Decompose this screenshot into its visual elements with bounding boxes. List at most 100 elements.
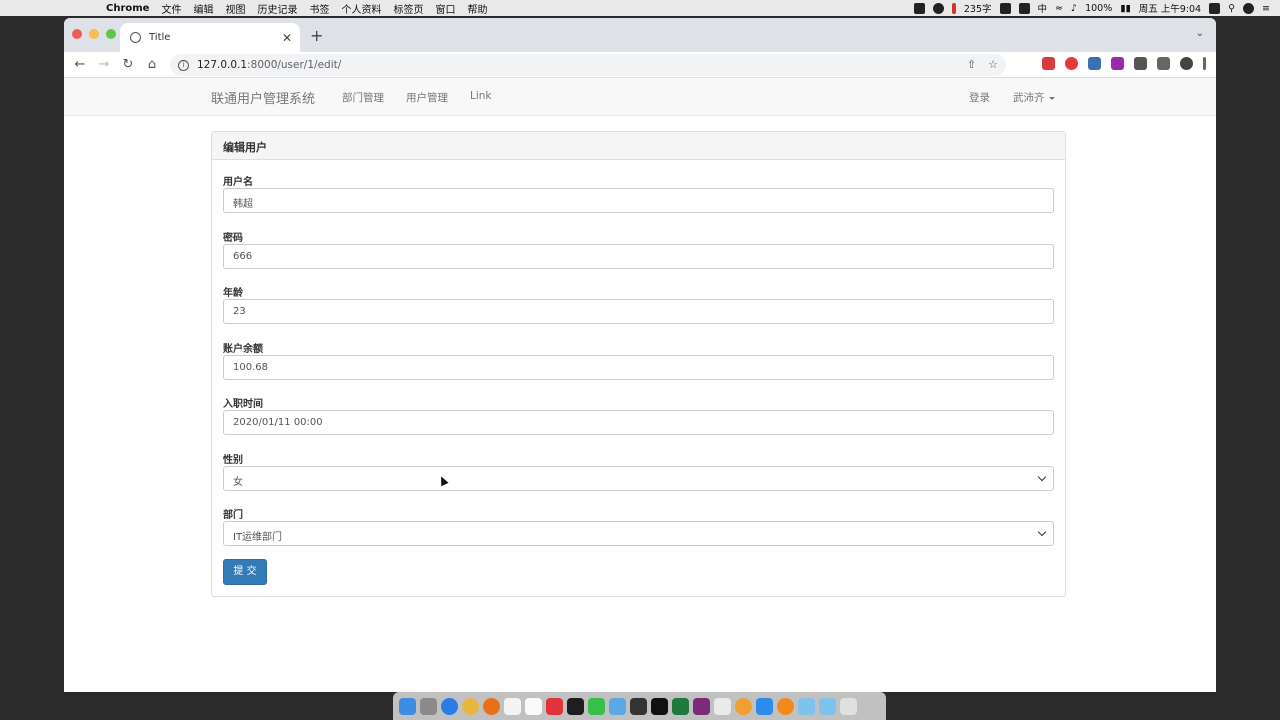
tray-clipboard-icon[interactable] [999,2,1011,14]
address-bar[interactable]: i 127.0.0.1:8000/user/1/edit/ ⇧ ☆ [170,54,1006,76]
dock-chrome-icon[interactable] [462,697,479,715]
menu-file[interactable]: 文件 [161,1,181,16]
password-input[interactable]: 666 [223,244,1054,269]
macos-menubar: Chrome 文件 编辑 视图 历史记录 书签 个人资料 标签页 窗口 帮助 2… [0,0,1280,16]
share-icon[interactable]: ⇧ [967,58,976,71]
dock-pycharm-icon[interactable] [567,697,584,715]
department-select-value: IT运维部门 [233,532,283,543]
control-center-icon[interactable]: ≡ [1262,3,1270,14]
submit-button[interactable]: 提 交 [223,559,267,585]
extensions-puzzle-icon[interactable] [1157,57,1170,70]
browser-tab-active[interactable]: Title ✕ [120,23,300,52]
tray-s-icon[interactable] [1209,2,1221,14]
profile-avatar[interactable] [1180,57,1193,70]
forward-button[interactable]: → [92,57,116,72]
dock-wechat-icon[interactable] [588,697,605,715]
dock-colors-icon[interactable] [735,697,752,715]
zoom-window-button[interactable] [106,29,116,39]
nav-link-department[interactable]: 部门管理 [342,90,384,105]
site-info-icon[interactable]: i [178,59,189,71]
menu-edit[interactable]: 编辑 [193,1,213,16]
web-page: 联通用户管理系统 部门管理 用户管理 Link 登录 武沛齐 编辑用户 用户名 … [64,78,1216,692]
dock-firefox-icon[interactable] [483,697,500,715]
menubar-clock[interactable]: 周五 上午9:04 [1139,1,1201,15]
form-group-gender: 性别 女 [223,451,1054,491]
chrome-menu-icon[interactable] [1203,57,1206,70]
tray-record-icon[interactable] [932,2,944,14]
window-controls [72,29,116,39]
tray-ime-icon[interactable] [1018,2,1030,14]
edit-user-panel: 编辑用户 用户名 韩超 密码 666 年龄 23 账户余额 100.68 入职时… [211,131,1066,597]
tray-app-icon[interactable] [913,2,925,14]
department-select[interactable]: IT运维部门 [223,521,1054,546]
dock-downloads-icon[interactable] [819,697,836,715]
extension-adblock-icon[interactable] [1065,57,1078,70]
department-label: 部门 [223,510,243,521]
dock-feishu-icon[interactable] [756,697,773,715]
word-count-status[interactable]: 235字 [964,1,992,15]
dock-sublime-icon[interactable] [630,697,647,715]
dock-remote-icon[interactable] [693,697,710,715]
menu-app-chrome[interactable]: Chrome [106,3,149,14]
minimize-window-button[interactable] [89,29,99,39]
nav-user-dropdown[interactable]: 武沛齐 [1013,90,1055,105]
battery-percent[interactable]: 100% [1085,3,1112,14]
reload-button[interactable]: ↻ [116,57,140,72]
nav-link-link[interactable]: Link [470,90,492,102]
back-button[interactable]: ← [68,57,92,72]
wifi-icon[interactable]: ≈ [1055,3,1063,14]
nav-login-link[interactable]: 登录 [969,90,990,105]
extension-screenshot-icon[interactable] [1088,57,1101,70]
dock-finder-icon[interactable] [399,697,416,715]
siri-icon[interactable] [1243,2,1255,14]
home-button[interactable]: ⌂ [140,57,164,72]
menu-bookmarks[interactable]: 书签 [309,1,329,16]
tab-search-chevron-icon[interactable]: ⌄ [1196,28,1204,39]
extension-link-icon[interactable] [1134,57,1147,70]
menu-help[interactable]: 帮助 [467,1,487,16]
username-input[interactable]: 韩超 [223,188,1054,213]
navbar-brand[interactable]: 联通用户管理系统 [211,88,315,107]
chevron-down-icon [1037,472,1047,482]
dock-app2-icon[interactable] [777,697,794,715]
volume-icon[interactable]: ♪ [1071,3,1077,14]
dock-excel-icon[interactable] [672,697,689,715]
extension-badge-icon[interactable] [1111,57,1124,70]
nav-link-users[interactable]: 用户管理 [406,90,448,105]
gender-select-value: 女 [233,477,243,488]
close-tab-icon[interactable]: ✕ [282,31,292,45]
dock-trash-icon[interactable] [840,697,857,715]
menu-tabs[interactable]: 标签页 [393,1,423,16]
gender-label: 性别 [223,455,243,466]
hire-date-label: 入职时间 [223,399,263,410]
dock-folder-icon[interactable] [798,697,815,715]
menu-view[interactable]: 视图 [225,1,245,16]
extension-translate-icon[interactable] [1042,57,1055,70]
bookmark-star-icon[interactable]: ☆ [988,58,998,71]
menu-profiles[interactable]: 个人资料 [341,1,381,16]
new-tab-button[interactable]: + [310,26,323,45]
hire-date-input[interactable]: 2020/01/11 00:00 [223,410,1054,435]
tray-marker-icon[interactable] [951,2,956,14]
dock-netease-icon[interactable] [546,697,563,715]
menu-window[interactable]: 窗口 [435,1,455,16]
menu-history[interactable]: 历史记录 [257,1,297,16]
dock-app-icon[interactable] [609,697,626,715]
dock-preview-icon[interactable] [714,697,731,715]
close-window-button[interactable] [72,29,82,39]
battery-icon[interactable]: ▮▮ [1120,3,1130,14]
form-group-password: 密码 666 [223,229,1054,269]
chrome-window: Title ✕ + ⌄ ← → ↻ ⌂ i 127.0.0.1:8000/use… [64,18,1216,692]
gender-select[interactable]: 女 [223,466,1054,491]
dock-terminal-icon[interactable] [651,697,668,715]
dock-launchpad-icon[interactable] [420,697,437,715]
ime-chinese-indicator[interactable]: 中 [1038,1,1048,15]
age-input[interactable]: 23 [223,299,1054,324]
balance-input[interactable]: 100.68 [223,355,1054,380]
extensions-area [1042,57,1206,70]
dock-typora-icon[interactable] [504,697,521,715]
dock-calendar-icon[interactable] [525,697,542,715]
spotlight-search-icon[interactable]: ⚲ [1228,3,1235,14]
dock-safari-icon[interactable] [441,697,458,715]
username-label: 用户名 [223,177,253,188]
